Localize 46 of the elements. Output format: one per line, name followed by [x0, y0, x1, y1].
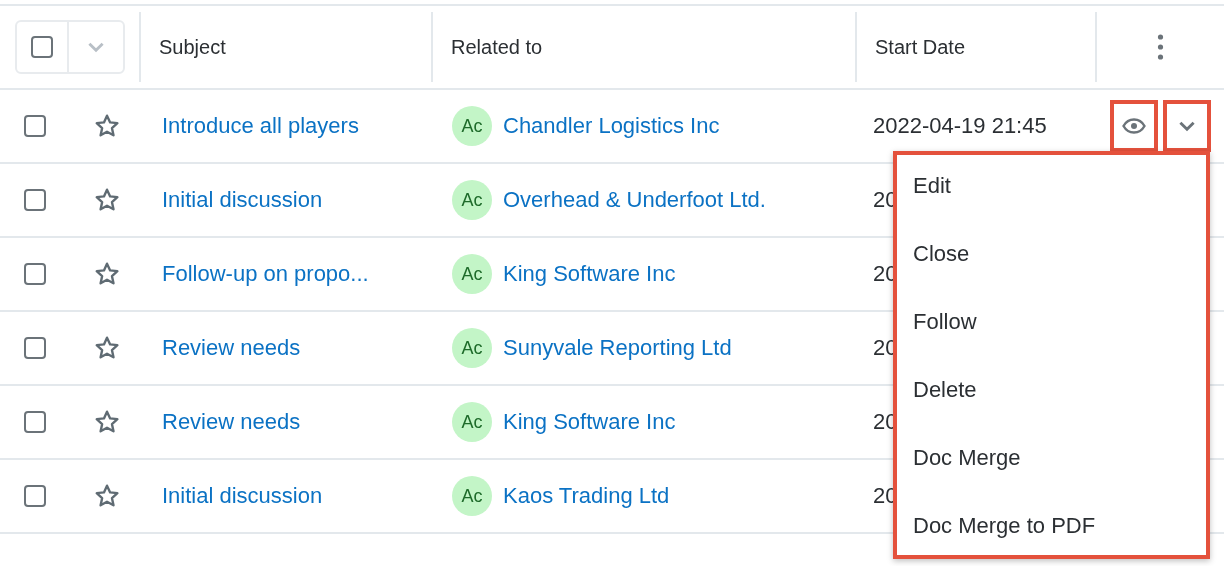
eye-icon — [1122, 118, 1146, 134]
row-checkbox[interactable] — [24, 337, 46, 359]
menu-item[interactable]: Delete — [897, 365, 1206, 433]
row-checkbox[interactable] — [24, 263, 46, 285]
star-icon[interactable] — [94, 261, 120, 287]
row-checkbox[interactable] — [24, 115, 46, 137]
module-avatar: Ac — [452, 328, 492, 368]
related-link[interactable]: King Software Inc — [503, 261, 676, 287]
column-header[interactable]: Start Date — [875, 35, 966, 59]
subject-link[interactable]: Follow-up on propo... — [162, 261, 369, 287]
related-link[interactable]: Sunyvale Reporting Ltd — [503, 335, 732, 361]
subject-link[interactable]: Review needs — [162, 335, 301, 361]
row-checkbox[interactable] — [24, 411, 46, 433]
related-link[interactable]: King Software Inc — [503, 409, 676, 435]
preview-button[interactable] — [1110, 100, 1158, 152]
subject-link[interactable]: Review needs — [162, 409, 301, 435]
menu-item[interactable]: Edit — [897, 161, 1206, 229]
related-link[interactable]: Overhead & Underfoot Ltd. — [503, 187, 766, 213]
subject-link[interactable]: Introduce all players — [162, 113, 359, 139]
subject-link[interactable]: Initial discussion — [162, 483, 323, 509]
select-all-checkbox[interactable] — [31, 36, 53, 58]
start-date: 2022-04-19 21:45 — [873, 113, 1047, 139]
column-header[interactable]: Related to — [451, 35, 543, 59]
related-link[interactable]: Chandler Logistics Inc — [503, 113, 720, 139]
menu-item[interactable]: Follow — [897, 297, 1206, 365]
module-avatar: Ac — [452, 180, 492, 220]
column-header[interactable]: Subject — [159, 35, 226, 59]
module-avatar: Ac — [452, 402, 492, 442]
more-options-icon[interactable] — [1157, 34, 1164, 60]
related-link[interactable]: Kaos Trading Ltd — [503, 483, 670, 509]
star-icon[interactable] — [94, 113, 120, 139]
row-checkbox[interactable] — [24, 485, 46, 507]
menu-item[interactable]: Doc Merge — [897, 433, 1206, 501]
actions-dropdown-button[interactable] — [1163, 100, 1211, 152]
star-icon[interactable] — [94, 409, 120, 435]
menu-item[interactable]: Doc Merge to PDF — [897, 501, 1206, 566]
menu-item[interactable]: Close — [897, 229, 1206, 297]
star-icon[interactable] — [94, 483, 120, 509]
module-avatar: Ac — [452, 476, 492, 516]
select-all-control[interactable] — [15, 20, 125, 74]
star-icon[interactable] — [94, 187, 120, 213]
module-avatar: Ac — [452, 106, 492, 146]
row-checkbox[interactable] — [24, 189, 46, 211]
module-avatar: Ac — [452, 254, 492, 294]
subject-link[interactable]: Initial discussion — [162, 187, 323, 213]
star-icon[interactable] — [94, 335, 120, 361]
